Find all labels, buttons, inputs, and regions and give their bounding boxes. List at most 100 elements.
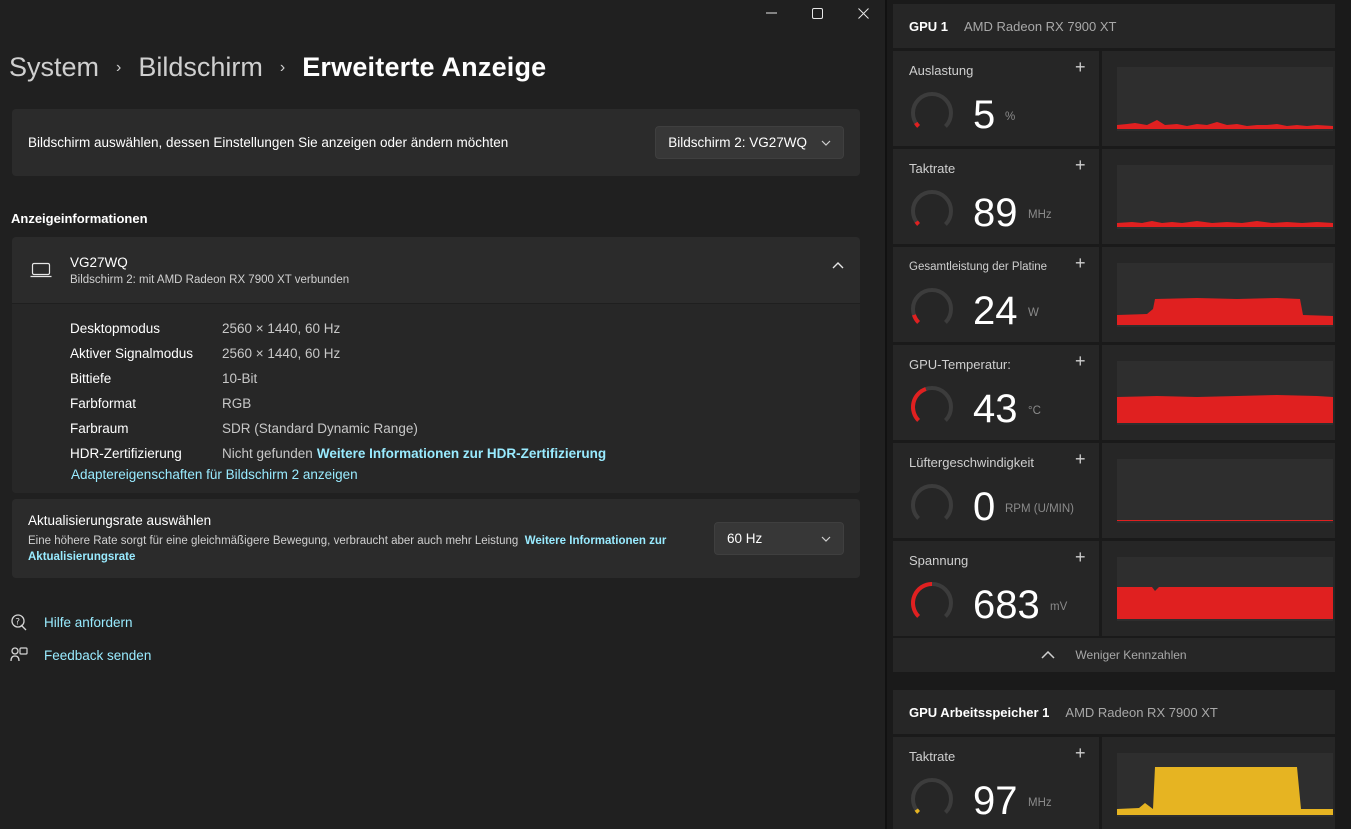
display-select-dropdown[interactable]: Bildschirm 2: VG27WQ [655,126,844,159]
help-chat-icon: ? [10,613,28,631]
add-metric-plus-icon[interactable]: + [1075,449,1086,470]
metric-value: 89 [973,191,1018,235]
add-metric-plus-icon[interactable]: + [1075,547,1086,568]
maximize-button[interactable] [794,0,840,26]
close-button[interactable] [840,0,886,26]
info-key: Farbraum [70,421,129,436]
gpu-memory-name: GPU Arbeitsspeicher 1 [909,704,1050,720]
metric-tile: GPU-Temperatur: +43 °C [893,345,1335,440]
info-key: Bittiefe [70,371,112,386]
monitor-subtitle: Bildschirm 2: mit AMD Radeon RX 7900 XT … [70,273,350,286]
gauge-ring [911,190,953,226]
metric-value: 0 [973,485,996,529]
performance-panel: GPU 1 AMD Radeon RX 7900 XT Auslastung +5… [885,0,1351,829]
info-value: Nicht gefunden [222,446,313,461]
gauge-track [911,288,953,324]
close-icon [857,7,869,19]
info-row: Farbraum SDR (Standard Dynamic Range) [70,416,860,441]
metric-graph-panel [1102,149,1335,244]
fewer-metrics-label: Weniger Kennzahlen [1075,648,1187,662]
info-key: Aktiver Signalmodus [70,346,194,361]
gauge-ring [911,484,953,520]
gpu-memory-model: AMD Radeon RX 7900 XT [1065,704,1218,720]
metric-readout: Gesamtleistung der Platine +24 W [893,247,1099,342]
metric-value: 5 [973,93,996,137]
info-value: RGB [222,396,252,411]
laptop-icon [30,262,52,278]
metric-unit: W [1028,307,1039,319]
add-metric-plus-icon[interactable]: + [1075,155,1086,176]
metric-value: 97 [973,779,1018,823]
help-link[interactable]: ? Hilfe anfordern [10,613,133,631]
info-key: Farbformat [70,396,137,411]
add-metric-plus-icon[interactable]: + [1075,743,1086,764]
breadcrumb-bildschirm[interactable]: Bildschirm [138,52,263,83]
page-title: Erweiterte Anzeige [302,52,547,82]
gauge-fill [912,314,921,324]
gauge-fill [911,387,927,422]
breadcrumb-system[interactable]: System [9,52,99,83]
gpu-memory-header: GPU Arbeitsspeicher 1 AMD Radeon RX 7900… [893,690,1335,734]
gauge-fill [914,220,921,226]
info-value: 2560 × 1440, 60 Hz [222,346,341,361]
gauge-track [911,190,953,226]
graph-area [1117,520,1333,521]
section-title-display-info: Anzeigeinformationen [11,211,148,226]
metric-tile: Gesamtleistung der Platine +24 W [893,247,1335,342]
info-key: Desktopmodus [70,321,161,336]
gauge-ring [911,778,953,814]
add-metric-plus-icon[interactable]: + [1075,57,1086,78]
metric-history-graph [1117,753,1333,817]
add-metric-plus-icon[interactable]: + [1075,253,1086,274]
gauge-ring [911,386,953,422]
gauge-track [911,778,953,814]
refresh-rate-dropdown[interactable]: 60 Hz [714,522,844,555]
display-select-label: Bildschirm auswählen, dessen Einstellung… [28,135,509,150]
graph-area [1117,298,1333,325]
metric-readout: Taktrate +89 MHz [893,149,1099,244]
metric-history-graph [1117,165,1333,229]
help-label: Hilfe anfordern [44,614,133,630]
metric-tile: Auslastung +5% [893,51,1335,146]
metric-unit: MHz [1028,209,1052,221]
info-key: HDR-Zertifizierung [70,446,182,461]
metric-graph-panel [1102,51,1335,146]
display-info-header[interactable]: VG27WQ Bildschirm 2: mit AMD Radeon RX 7… [12,237,860,304]
metric-graph-panel [1102,345,1335,440]
gpu-header: GPU 1 AMD Radeon RX 7900 XT [893,4,1335,48]
graph-area [1117,587,1333,619]
hdr-info-link[interactable]: Weitere Informationen zur HDR-Zertifizie… [317,446,606,461]
gauge-track [911,484,953,520]
info-row: Aktiver Signalmodus 2560 × 1440, 60 Hz [70,341,860,366]
gauge-fill [914,808,921,814]
metric-name: Lüftergeschwindigkeit [909,455,1035,470]
metric-unit: MHz [1028,797,1052,809]
gauge-ring [911,582,953,618]
adapter-properties-link[interactable]: Adaptereigenschaften für Bildschirm 2 an… [71,467,358,482]
display-info-body: Desktopmodus 2560 × 1440, 60 Hz Aktiver … [12,304,860,493]
panel-divider [885,0,887,829]
metric-unit: °C [1028,405,1041,417]
metric-history-graph [1117,459,1333,523]
chevron-up-icon[interactable] [832,261,844,269]
metric-value: 24 [973,289,1018,333]
gauge-fill [911,582,933,618]
metric-graph-panel [1102,737,1335,829]
metric-readout: Spannung +683 mV [893,541,1099,636]
graph-area [1117,767,1333,815]
feedback-link[interactable]: Feedback senden [10,646,151,664]
gauge-fill [914,121,921,128]
info-row: Bittiefe 10-Bit [70,366,860,391]
gauge-ring [911,92,953,128]
refresh-rate-value: 60 Hz [727,531,763,546]
gpu-name: GPU 1 [909,18,949,34]
add-metric-plus-icon[interactable]: + [1075,351,1086,372]
fewer-metrics-button[interactable]: Weniger Kennzahlen [893,638,1335,672]
minimize-button[interactable] [748,0,794,26]
metric-history-graph [1117,361,1333,425]
refresh-rate-description: Eine höhere Rate sorgt für eine gleichmä… [28,534,519,547]
monitor-name: VG27WQ [70,254,128,270]
metric-tile: Lüftergeschwindigkeit +0 RPM (U/MIN) [893,443,1335,538]
feedback-label: Feedback senden [44,647,152,663]
gauge-ring [911,288,953,324]
